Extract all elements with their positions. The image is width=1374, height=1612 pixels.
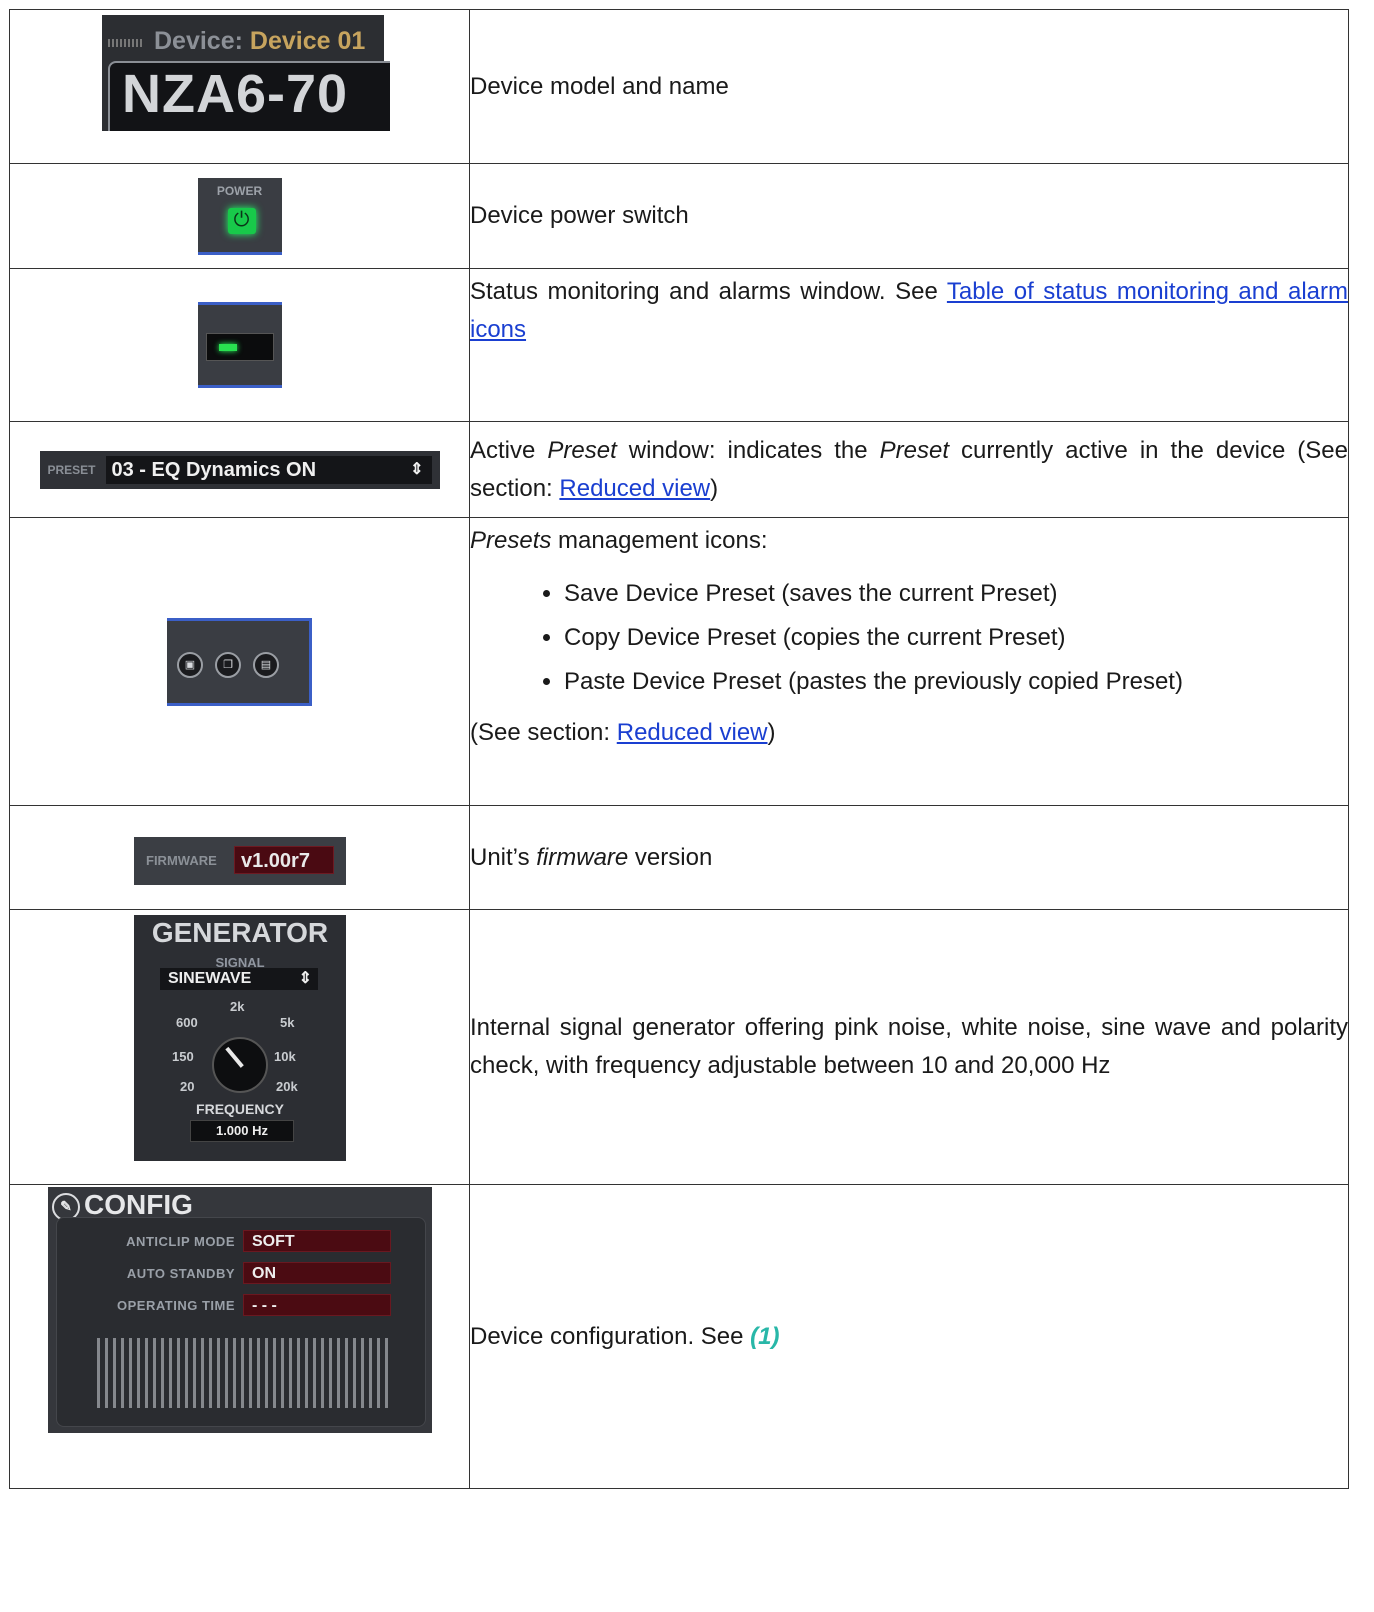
generator-description: Internal signal generator offering pink … — [469, 909, 1349, 1185]
frequency-knob[interactable] — [212, 1037, 268, 1093]
firmware-label: FIRMWARE — [146, 852, 217, 868]
power-icon[interactable]: ⏻ — [227, 207, 256, 234]
generator-title: GENERATOR — [151, 917, 329, 948]
device-name-panel: Device: Device 01 NZA6-70 — [102, 15, 390, 131]
drag-grip-icon[interactable] — [108, 39, 142, 47]
tick-label: 2k — [230, 999, 245, 1014]
device-name-value[interactable]: Device 01 — [250, 27, 365, 55]
frequency-value[interactable]: 1.000 Hz — [190, 1120, 294, 1142]
device-name-image: Device: Device 01 NZA6-70 — [9, 9, 470, 164]
config-key: OPERATING TIME — [117, 1298, 235, 1313]
list-item: Save Device Preset (saves the current Pr… — [564, 572, 1348, 616]
status-description: Status monitoring and alarms window. See… — [469, 268, 1349, 422]
vent-grille — [97, 1338, 389, 1408]
device-model: NZA6-70 — [122, 64, 349, 124]
knob-needle — [225, 1046, 244, 1068]
preset-icons-panel: ▣ ❐ ▤ — [167, 617, 312, 706]
operating-time-value: - - - — [243, 1294, 391, 1316]
feature-table: Device: Device 01 NZA6-70 Device model a… — [9, 9, 1349, 1489]
device-label: Device: — [154, 27, 243, 55]
table-row: ▣ ❐ ▤ Presets management icons: Save Dev… — [9, 517, 1349, 806]
preset-select[interactable]: 03 - EQ Dynamics ON ⇕ — [105, 455, 432, 484]
copy-icon[interactable]: ❐ — [215, 651, 241, 678]
status-panel — [197, 302, 282, 388]
config-title: CONFIG — [84, 1189, 193, 1220]
list-item: Copy Device Preset (copies the current P… — [564, 616, 1348, 660]
model-box: NZA6-70 — [108, 61, 390, 131]
table-row: ✎ CONFIG ANTICLIP MODE SOFT AUTO STANDBY … — [9, 1184, 1349, 1489]
preset-image: PRESET 03 - EQ Dynamics ON ⇕ — [9, 421, 470, 518]
auto-standby-value[interactable]: ON — [243, 1262, 391, 1284]
tick-label: 10k — [274, 1049, 296, 1064]
generator-image: GENERATOR SIGNAL SINEWAVE ⇕ 2k 600 5k 150… — [9, 909, 470, 1185]
config-row: OPERATING TIME - - - — [57, 1294, 425, 1318]
device-name-description: Device model and name — [469, 9, 1349, 164]
firmware-panel: FIRMWARE v1.00r7 — [134, 836, 346, 885]
config-key: ANTICLIP MODE — [126, 1234, 235, 1249]
config-description: Device configuration. See (1) — [469, 1184, 1349, 1489]
power-description: Device power switch — [469, 163, 1349, 269]
tick-label: 600 — [176, 1015, 198, 1030]
config-row: AUTO STANDBY ON — [57, 1262, 425, 1286]
reduced-view-link[interactable]: Reduced view — [559, 475, 710, 502]
firmware-value: v1.00r7 — [234, 845, 334, 874]
table-row: FIRMWARE v1.00r7 Unit’s firmware version — [9, 805, 1349, 910]
select-arrow-icon: ⇕ — [298, 970, 312, 987]
save-icon[interactable]: ▣ — [177, 651, 203, 678]
table-row: PRESET 03 - EQ Dynamics ON ⇕ Active Prese… — [9, 421, 1349, 518]
paste-icon[interactable]: ▤ — [253, 651, 279, 678]
power-image: POWER ⏻ — [9, 163, 470, 269]
tick-label: 150 — [172, 1049, 194, 1064]
frequency-label: FREQUENCY — [196, 1101, 284, 1117]
generator-panel: GENERATOR SIGNAL SINEWAVE ⇕ 2k 600 5k 150… — [134, 915, 346, 1161]
anticlip-mode-value[interactable]: SOFT — [243, 1230, 391, 1252]
signal-select[interactable]: SINEWAVE ⇕ — [160, 968, 318, 990]
list-item: Paste Device Preset (pastes the previous… — [564, 660, 1348, 704]
status-led-icon — [218, 344, 237, 351]
config-image: ✎ CONFIG ANTICLIP MODE SOFT AUTO STANDBY … — [9, 1184, 470, 1489]
footnote-ref: (1) — [750, 1322, 780, 1350]
config-panel: ✎ CONFIG ANTICLIP MODE SOFT AUTO STANDBY … — [48, 1187, 432, 1433]
preset-panel: PRESET 03 - EQ Dynamics ON ⇕ — [39, 450, 440, 489]
table-row: Device: Device 01 NZA6-70 Device model a… — [9, 9, 1349, 164]
tick-label: 20 — [180, 1079, 195, 1094]
table-row: Status monitoring and alarms window. See… — [9, 268, 1349, 422]
status-image — [9, 268, 470, 422]
preset-management-description: Presets management icons: Save Device Pr… — [469, 517, 1349, 806]
firmware-image: FIRMWARE v1.00r7 — [9, 805, 470, 910]
reduced-view-link[interactable]: Reduced view — [617, 719, 768, 746]
tick-label: 20k — [276, 1079, 298, 1094]
firmware-description: Unit’s firmware version — [469, 805, 1349, 910]
preset-icons-image: ▣ ❐ ▤ — [9, 517, 470, 806]
preset-description: Active Preset window: indicates the Pres… — [469, 421, 1349, 518]
status-window[interactable] — [205, 333, 274, 361]
table-row: POWER ⏻ Device power switch — [9, 163, 1349, 269]
power-label: POWER — [216, 183, 263, 198]
config-inner: ANTICLIP MODE SOFT AUTO STANDBY ON OPERA… — [56, 1217, 426, 1427]
preset-label: PRESET — [47, 462, 96, 477]
power-panel: POWER ⏻ — [197, 177, 282, 255]
bullet-list: Save Device Preset (saves the current Pr… — [470, 572, 1348, 704]
table-row: GENERATOR SIGNAL SINEWAVE ⇕ 2k 600 5k 150… — [9, 909, 1349, 1185]
config-key: AUTO STANDBY — [126, 1266, 235, 1281]
tick-label: 5k — [280, 1015, 295, 1030]
select-arrow-icon: ⇕ — [410, 460, 424, 478]
config-row: ANTICLIP MODE SOFT — [57, 1230, 425, 1254]
